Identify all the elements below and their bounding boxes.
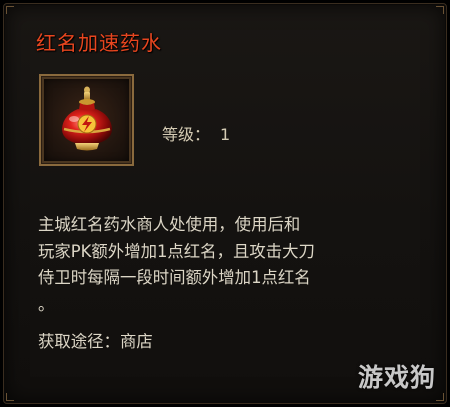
description-line: 主城红名药水商人处使用，使用后和 [38, 215, 301, 234]
level-label: 等级： [162, 125, 211, 144]
source-label: 获取途径： [38, 332, 120, 351]
description-line: 玩家PK额外增加1点红名，且攻击大刀 [38, 241, 315, 261]
level-value: 1 [220, 125, 231, 144]
item-description: 主城红名药水商人处使用，使用后和 玩家PK额外增加1点红名，且攻击大刀 侍卫时每… [38, 212, 438, 318]
item-level: 等级： 1 [162, 121, 230, 145]
item-tooltip: 红名加速药水 等级： 1 主城红名药水商人处使用，使用后和 玩家PK额外增加1点… [3, 3, 447, 404]
frame-corner [6, 6, 14, 14]
frame-corner [436, 6, 444, 14]
site-watermark: 游戏狗 [357, 363, 436, 392]
frame-corner [436, 393, 444, 401]
description-line: 。 [38, 294, 55, 314]
red-potion-icon [62, 86, 112, 151]
item-name: 红名加速药水 [36, 31, 162, 55]
description-line: 侍卫时每隔一段时间额外增加1点红名 [38, 268, 311, 287]
item-source: 获取途径：商店 [38, 328, 153, 352]
item-icon-slot[interactable] [39, 74, 134, 166]
source-value: 商店 [119, 332, 153, 351]
frame-corner [6, 393, 14, 401]
